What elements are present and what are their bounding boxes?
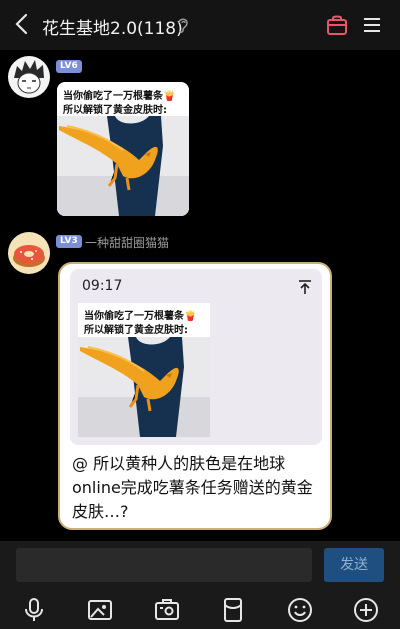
message-bubble[interactable]: 09:17 当你偷吃了一万根薯条🍟 所以解锁了黄金皮肤时: @ 所以黄种人的肤色… (58, 262, 332, 530)
quoted-meme-image[interactable]: 当你偷吃了一万根薯条🍟 所以解锁了黄金皮肤时: (78, 303, 210, 437)
golden-bird-photo (78, 337, 210, 437)
sender-nickname[interactable]: 一种甜甜圈猫猫 (85, 234, 169, 251)
meme-caption-line1: 当你偷吃了一万根薯条🍟 (63, 91, 176, 102)
menu-icon[interactable] (362, 15, 382, 35)
meme-caption-line2: 所以解锁了黄金皮肤时: (84, 325, 188, 336)
image-icon[interactable] (87, 597, 113, 623)
camera-icon[interactable] (154, 597, 180, 623)
quote-timestamp: 09:17 (82, 278, 123, 294)
plus-icon[interactable] (353, 597, 379, 623)
jump-to-top-icon[interactable] (298, 279, 312, 295)
chat-area[interactable]: LV6 当你偷吃了一万根薯条🍟 所以解锁了黄金皮肤时: LV3 一种甜甜圈猫猫 … (0, 50, 400, 541)
send-button[interactable]: 发送 (324, 548, 384, 582)
quoted-message[interactable]: 09:17 当你偷吃了一万根薯条🍟 所以解锁了黄金皮肤时: (70, 269, 322, 445)
mic-icon[interactable] (21, 597, 47, 623)
red-packet-icon[interactable] (220, 597, 246, 623)
back-arrow-icon[interactable] (12, 12, 32, 36)
meme-image[interactable]: 当你偷吃了一万根薯条🍟 所以解锁了黄金皮肤时: (57, 82, 189, 216)
chat-header: 花生基地2.0(118) (0, 0, 400, 50)
level-badge: LV6 (56, 60, 82, 73)
message-text: @ 所以黄种人的肤色是在地球online完成吃薯条任务赠送的黄金皮肤…? (72, 454, 313, 521)
shop-bag-icon[interactable] (326, 14, 348, 36)
group-title[interactable]: 花生基地2.0(118) (42, 14, 183, 39)
message-input[interactable] (16, 548, 312, 582)
input-bar: 发送 (0, 541, 400, 589)
meme-caption-line1: 当你偷吃了一万根薯条🍟 (84, 311, 197, 322)
ear-icon[interactable] (176, 16, 190, 34)
emoji-icon[interactable] (287, 597, 313, 623)
anime-boy-avatar[interactable] (8, 56, 50, 98)
meme-caption-line2: 所以解锁了黄金皮肤时: (63, 105, 167, 116)
donut-avatar[interactable] (8, 232, 50, 274)
bottom-toolbar (0, 589, 400, 629)
golden-bird-photo (57, 116, 189, 216)
level-badge: LV3 (56, 235, 82, 248)
